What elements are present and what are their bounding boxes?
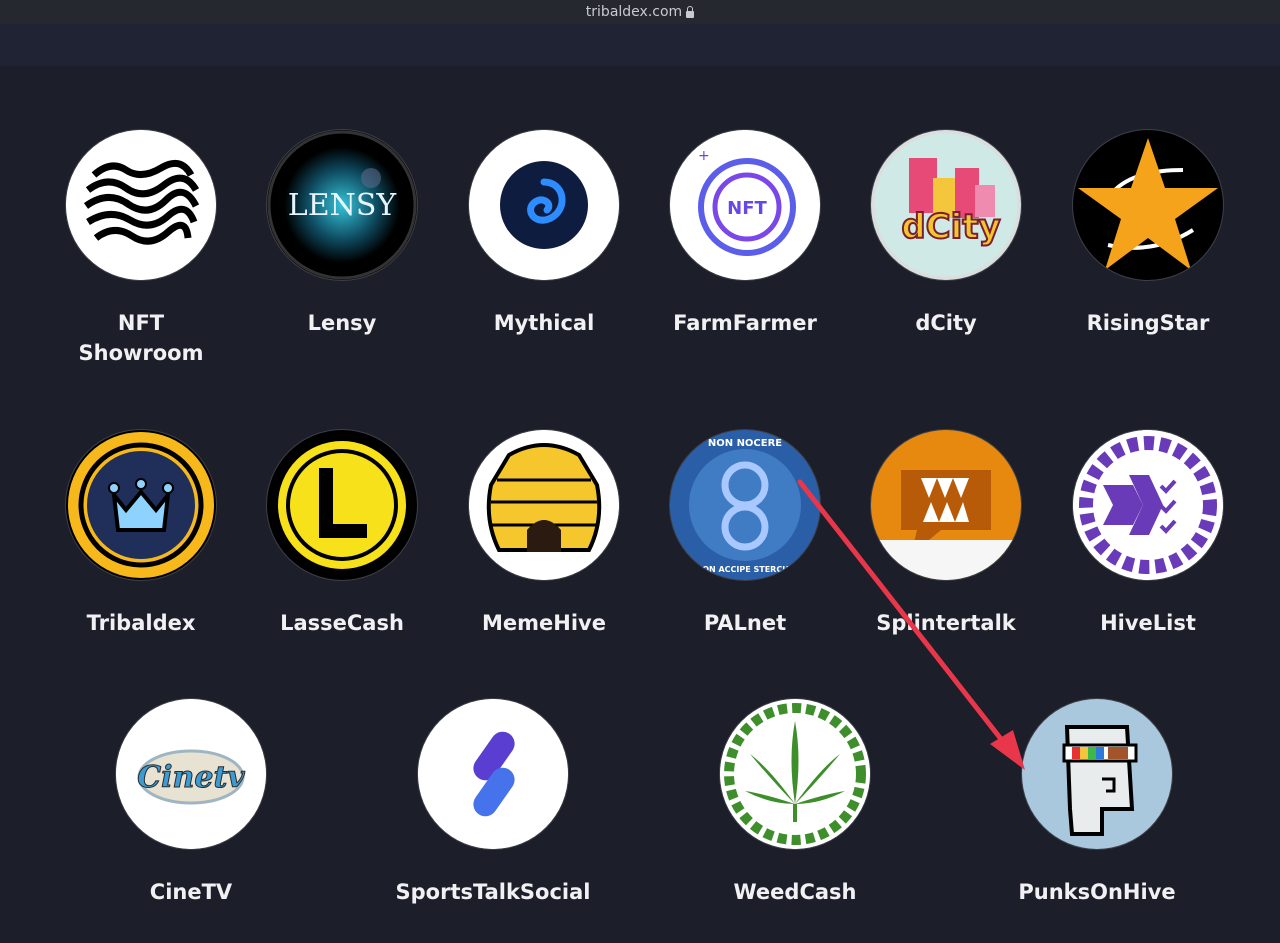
risingstar-icon[interactable]	[1073, 130, 1223, 280]
app-tile-dcity[interactable]: dCity dCity	[846, 130, 1046, 338]
app-label: PunksOnHive	[1018, 880, 1176, 904]
app-label: PALnet	[703, 611, 787, 635]
app-label: SportsTalkSocial	[395, 880, 591, 904]
app-label: Tribaldex	[86, 611, 196, 635]
app-tile-nft-showroom[interactable]: NFT Showroom	[41, 130, 241, 368]
svg-text:+: +	[698, 148, 710, 164]
app-label: NFT Showroom	[78, 311, 204, 365]
app-tile-lensy[interactable]: LENSY Lensy	[242, 130, 442, 338]
hivelist-icon[interactable]	[1073, 430, 1223, 580]
app-tile-hivelist[interactable]: HiveList	[1048, 430, 1248, 638]
dcity-icon-text: dCity	[901, 207, 1000, 247]
mythical-icon[interactable]	[469, 130, 619, 280]
dcity-icon[interactable]: dCity	[871, 130, 1021, 280]
cinetv-icon[interactable]: Cinetv	[116, 699, 266, 849]
app-tile-lassecash[interactable]: LasseCash	[242, 430, 442, 638]
app-label: HiveList	[1100, 611, 1196, 635]
lensy-icon-text: LENSY	[288, 188, 398, 223]
app-label: WeedCash	[733, 880, 857, 904]
farmfarmer-icon-text: NFT	[727, 198, 767, 219]
app-tile-splintertalk[interactable]: Splintertalk	[846, 430, 1046, 638]
app-label: MemeHive	[482, 611, 606, 635]
splintertalk-icon[interactable]	[871, 430, 1021, 580]
app-label: Lensy	[307, 311, 377, 335]
app-label: FarmFarmer	[673, 311, 817, 335]
app-tile-memehive[interactable]: MemeHive	[444, 430, 644, 638]
app-tile-sportstalksocial[interactable]: SportsTalkSocial	[393, 699, 593, 907]
palnet-bottom-text: NON ACCIPE STERCUS	[696, 565, 795, 574]
app-label: CineTV	[149, 880, 233, 904]
app-tile-risingstar[interactable]: RisingStar	[1048, 130, 1248, 338]
memehive-icon[interactable]	[469, 430, 619, 580]
app-tile-mythical[interactable]: Mythical	[444, 130, 644, 338]
weedcash-icon[interactable]	[720, 699, 870, 849]
lensy-icon[interactable]: LENSY	[267, 130, 417, 280]
tribaldex-icon[interactable]	[66, 430, 216, 580]
app-grid: NFT Showroom LENSY Lensy Mythical NFT + …	[0, 0, 1280, 943]
app-label: Splintertalk	[876, 611, 1016, 635]
app-tile-tribaldex[interactable]: Tribaldex	[41, 430, 241, 638]
app-label: dCity	[915, 311, 977, 335]
punksonhive-icon[interactable]	[1022, 699, 1172, 849]
app-tile-farmfarmer[interactable]: NFT + FarmFarmer	[645, 130, 845, 338]
farmfarmer-icon[interactable]: NFT +	[670, 130, 820, 280]
app-label: RisingStar	[1086, 311, 1210, 335]
cinetv-icon-text: Cinetv	[137, 760, 245, 795]
sportstalksocial-icon[interactable]	[418, 699, 568, 849]
palnet-top-text: NON NOCERE	[708, 438, 782, 449]
app-tile-weedcash[interactable]: WeedCash	[695, 699, 895, 907]
app-tile-cinetv[interactable]: Cinetv CineTV	[91, 699, 291, 907]
app-tile-palnet[interactable]: NON NOCERE NON ACCIPE STERCUS PALnet	[645, 430, 845, 638]
app-tile-punksonhive[interactable]: PunksOnHive	[997, 699, 1197, 907]
palnet-icon[interactable]: NON NOCERE NON ACCIPE STERCUS	[670, 430, 820, 580]
lassecash-icon[interactable]	[267, 430, 417, 580]
nft-showroom-icon[interactable]	[66, 130, 216, 280]
app-label: Mythical	[493, 311, 595, 335]
app-label: LasseCash	[280, 611, 404, 635]
